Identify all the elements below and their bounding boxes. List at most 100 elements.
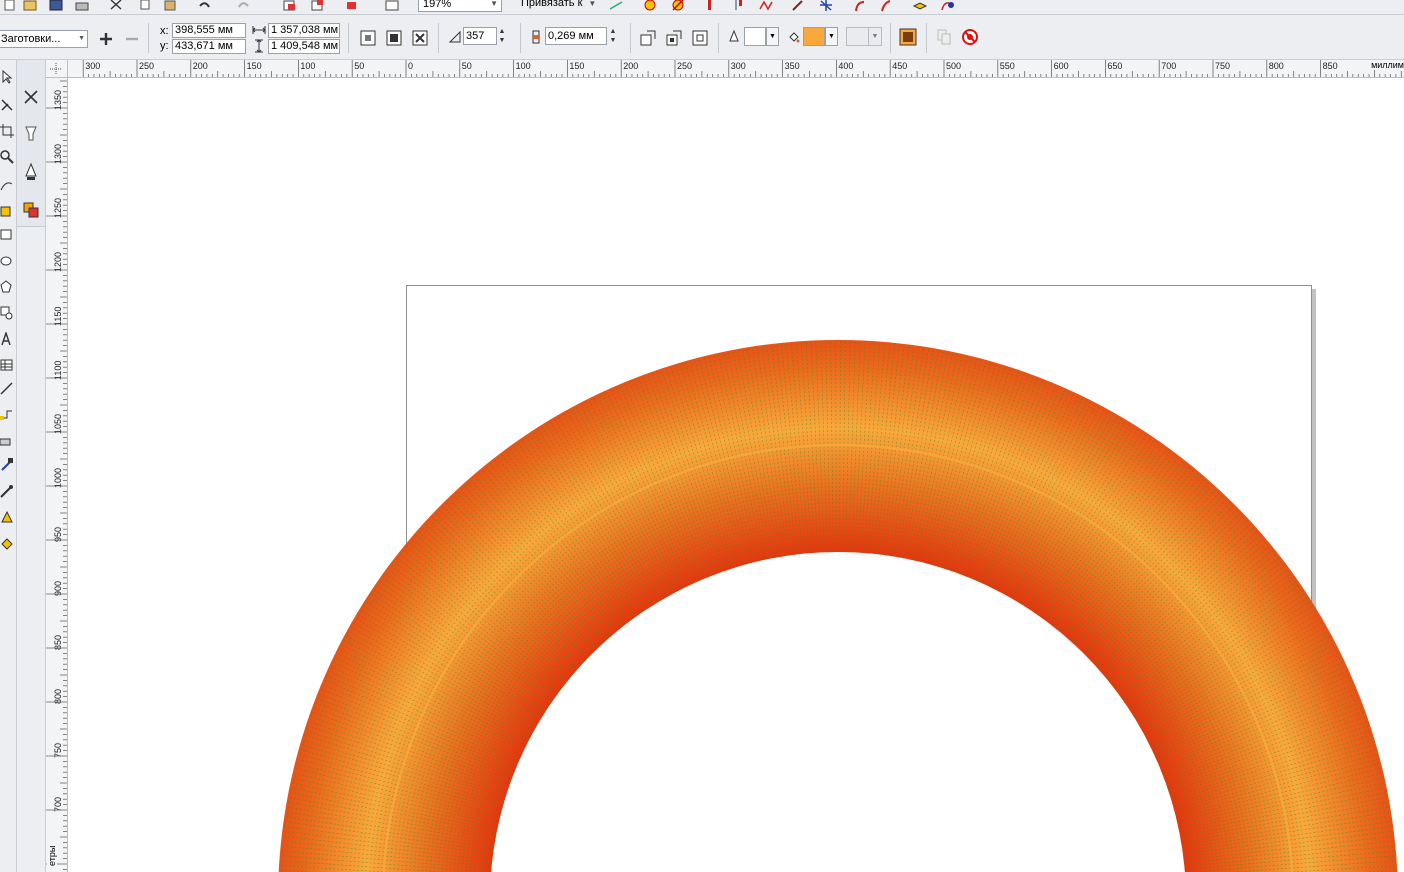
outline-pen-icon: [729, 30, 739, 42]
connector-tool-icon[interactable]: [0, 408, 14, 422]
object-height-value: 1 409,548 мм: [271, 40, 339, 52]
object-height-field[interactable]: 1 409,548 мм: [268, 39, 340, 54]
publish-icon[interactable]: [344, 0, 360, 12]
polygon-tool-icon[interactable]: [0, 280, 14, 294]
star-node-icon[interactable]: [818, 0, 834, 12]
object-width-field[interactable]: 1 357,038 мм: [268, 23, 340, 38]
eyedropper-icon[interactable]: [790, 0, 806, 12]
align-right-icon[interactable]: [730, 0, 746, 12]
convert-line-icon[interactable]: [878, 0, 894, 12]
ruler-tick-label: 550: [1000, 61, 1015, 71]
outline-color-swatch[interactable]: [744, 27, 766, 46]
freehand-tool-icon[interactable]: [0, 178, 14, 192]
dimension-tool-icon[interactable]: [0, 382, 14, 396]
separator: [890, 23, 891, 53]
outline-tool-icon[interactable]: [0, 510, 14, 524]
weld-icon[interactable]: [642, 0, 658, 12]
presets-dropdown[interactable]: Заготовки... ▼: [0, 30, 88, 48]
to-curves-icon[interactable]: [852, 0, 868, 12]
x-position-field[interactable]: 398,555 мм: [172, 23, 246, 38]
ruler-tick-label: 650: [1107, 61, 1122, 71]
blend-clockwise-icon[interactable]: [384, 28, 404, 48]
shape-tool-icon[interactable]: [0, 98, 14, 112]
redo-icon[interactable]: [236, 0, 252, 12]
object-acceleration-icon[interactable]: [638, 28, 658, 48]
dynamic-guides-icon[interactable]: [608, 0, 624, 12]
ruler-tick-label: 1050: [53, 414, 63, 434]
table-tool-icon[interactable]: [0, 358, 14, 372]
import-icon[interactable]: [282, 0, 298, 12]
save-icon[interactable]: [48, 0, 64, 12]
chevron-down-icon: ▼: [828, 33, 835, 40]
remove-preset-icon[interactable]: [122, 29, 142, 49]
color-acceleration-icon[interactable]: [664, 28, 684, 48]
open-folder-icon[interactable]: [22, 0, 38, 12]
ruler-tick-label: 1100: [53, 361, 63, 380]
blend-offset-value: 0,269 мм: [548, 30, 594, 42]
spin-down-icon[interactable]: ▼: [610, 37, 617, 44]
outline-color-dropdown[interactable]: ▼: [766, 27, 779, 46]
horizontal-ruler-ticks: 300 250 200 150 100 50 0 50 100 150 200 250 300 350 40…: [82, 60, 1402, 77]
cut-icon[interactable]: [108, 0, 124, 12]
add-preset-icon[interactable]: [96, 29, 116, 49]
undo-icon[interactable]: [196, 0, 212, 12]
blend-steps-field[interactable]: 357: [463, 27, 497, 45]
separator: [148, 23, 149, 53]
fill-tool-icon[interactable]: [0, 536, 14, 550]
spin-up-icon[interactable]: ▲: [610, 28, 617, 35]
object-properties-icon[interactable]: [20, 123, 42, 145]
offset-spinner[interactable]: ▲ ▼: [608, 27, 618, 47]
object-manager-icon[interactable]: [20, 199, 42, 221]
connector-anchor-icon[interactable]: [0, 434, 14, 448]
accelerate-sizing-icon[interactable]: [690, 28, 710, 48]
rectangle-tool-icon[interactable]: [0, 228, 14, 242]
blend-offset-field[interactable]: 0,269 мм: [545, 27, 607, 45]
spin-down-icon[interactable]: ▼: [499, 37, 506, 44]
smart-fill-icon[interactable]: [0, 204, 14, 218]
zoom-tool-icon[interactable]: [0, 150, 14, 164]
drawing-canvas[interactable]: [68, 78, 1404, 872]
zoom-level-dropdown[interactable]: 197% ▼: [418, 0, 502, 12]
y-label: y:: [160, 40, 169, 52]
align-left-icon[interactable]: [702, 0, 718, 12]
blend-direct-icon[interactable]: [358, 28, 378, 48]
blend-arch-artwork[interactable]: [68, 78, 1404, 872]
crop-tool-icon[interactable]: [0, 124, 14, 138]
new-document-icon[interactable]: [2, 0, 18, 12]
ruler-origin[interactable]: [46, 60, 68, 78]
y-position-field[interactable]: 433,671 мм: [172, 39, 246, 54]
copy-icon[interactable]: [138, 0, 154, 12]
spin-up-icon[interactable]: ▲: [499, 28, 506, 35]
application-launcher-icon[interactable]: [384, 0, 400, 12]
ruler-tick-label: 1300: [53, 144, 63, 164]
layers-icon[interactable]: [912, 0, 928, 12]
print-icon[interactable]: [74, 0, 90, 12]
trim-icon[interactable]: [670, 0, 686, 12]
steps-spinner[interactable]: ▲ ▼: [497, 27, 507, 47]
text-tool-icon[interactable]: [0, 332, 14, 346]
pen-docker-icon[interactable]: [20, 161, 42, 183]
fill-color-swatch[interactable]: [803, 27, 825, 46]
close-icon[interactable]: [20, 86, 42, 108]
x-label: x:: [160, 25, 169, 37]
horizontal-ruler[interactable]: 300 250 200 150 100 50 0 50 100 150 200 250 300 350 40…: [68, 60, 1404, 78]
fill-color-dropdown[interactable]: ▼: [825, 27, 838, 46]
eyedropper-tool-icon[interactable]: [0, 484, 14, 498]
basic-shapes-icon[interactable]: [0, 306, 14, 320]
acceleration-dropdown[interactable]: ▼: [846, 27, 882, 46]
pick-tool-icon[interactable]: [0, 70, 14, 84]
blend-counterclockwise-icon[interactable]: [410, 28, 430, 48]
paste-icon[interactable]: [162, 0, 178, 12]
export-icon[interactable]: [310, 0, 326, 12]
snap-to-dropdown[interactable]: Привязать к ▼: [521, 0, 596, 11]
clear-blend-icon[interactable]: [960, 27, 980, 47]
distribute-icon[interactable]: [758, 0, 774, 12]
break-apart-icon[interactable]: [940, 0, 956, 12]
vertical-ruler[interactable]: 1350 1300 1250 1200 1150 1100 1050 1000 950 900 85…: [46, 78, 68, 872]
copy-blend-properties-icon[interactable]: [934, 27, 954, 47]
blend-tool-icon[interactable]: [0, 458, 14, 472]
zoom-value: 197%: [423, 0, 452, 10]
ellipse-tool-icon[interactable]: [0, 254, 14, 268]
blend-path-icon[interactable]: [898, 27, 918, 47]
fill-bucket-icon: [789, 32, 800, 43]
